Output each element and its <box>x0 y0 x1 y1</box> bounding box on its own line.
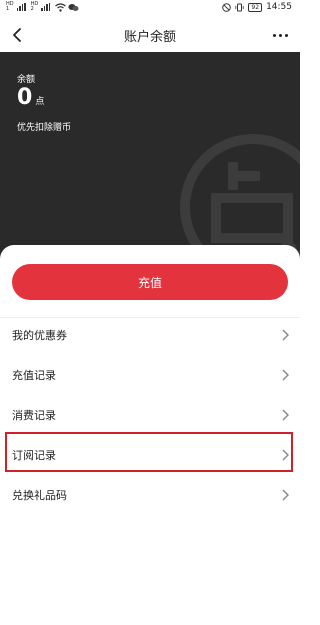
cell-signal-2-icon <box>41 3 51 11</box>
balance-note: 优先扣除赠币 <box>17 123 72 133</box>
page-title: 账户余额 <box>123 30 176 45</box>
menu-item-coupons[interactable]: 我的优惠券 <box>0 315 300 355</box>
menu-item-redeem-gift-code[interactable]: 兑换礼品码 <box>0 475 300 515</box>
bottom-sheet: 充值 我的优惠券 充值记录 消费记录 订阅记录 兑换礼品码 <box>0 245 300 625</box>
more-dot <box>284 33 288 37</box>
status-icons-left: HD 1 HD 2 <box>6 2 79 12</box>
wechat-icon <box>68 3 79 11</box>
wifi-icon <box>55 2 67 12</box>
chevron-right-icon <box>282 489 289 501</box>
balance-value: 0 <box>17 85 33 110</box>
hd-signal-2-icon: HD 2 <box>30 1 39 12</box>
more-dots-icon <box>272 33 276 37</box>
menu-item-recharge-history[interactable]: 充值记录 <box>0 355 300 395</box>
battery-icon: 92 <box>248 2 263 12</box>
balance-unit: 点 <box>35 97 45 107</box>
balance-amount: 0点 <box>17 85 44 110</box>
menu-item-label: 充值记录 <box>12 369 56 382</box>
do-not-disturb-icon <box>222 2 232 12</box>
menu-item-consumption-history[interactable]: 消费记录 <box>0 395 300 435</box>
selection-highlight-box <box>5 432 293 472</box>
more-dot <box>278 33 282 37</box>
balance-label: 余额 <box>17 75 36 85</box>
status-bar: HD 1 HD 2 92 14:55 <box>0 0 300 18</box>
status-time: 14:55 <box>266 2 292 12</box>
menu-item-label: 消费记录 <box>12 409 56 422</box>
chevron-right-icon <box>282 409 289 421</box>
cell-signal-icon <box>16 3 26 11</box>
balance-panel: 余额 0点 优先扣除赠币 <box>0 52 300 262</box>
nav-bar: 账户余额 <box>0 18 300 52</box>
dian-logo-watermark-icon <box>180 134 300 262</box>
chevron-right-icon <box>282 369 289 381</box>
chevron-right-icon <box>282 329 289 341</box>
recharge-button[interactable]: 充值 <box>12 264 288 300</box>
status-icons-right: 92 14:55 <box>222 2 292 12</box>
hd-signal-icon: HD 1 <box>6 1 14 12</box>
menu-item-label: 我的优惠券 <box>12 329 67 342</box>
more-button[interactable] <box>270 25 290 45</box>
menu-item-label: 兑换礼品码 <box>12 489 67 502</box>
vibrate-icon <box>235 3 245 11</box>
